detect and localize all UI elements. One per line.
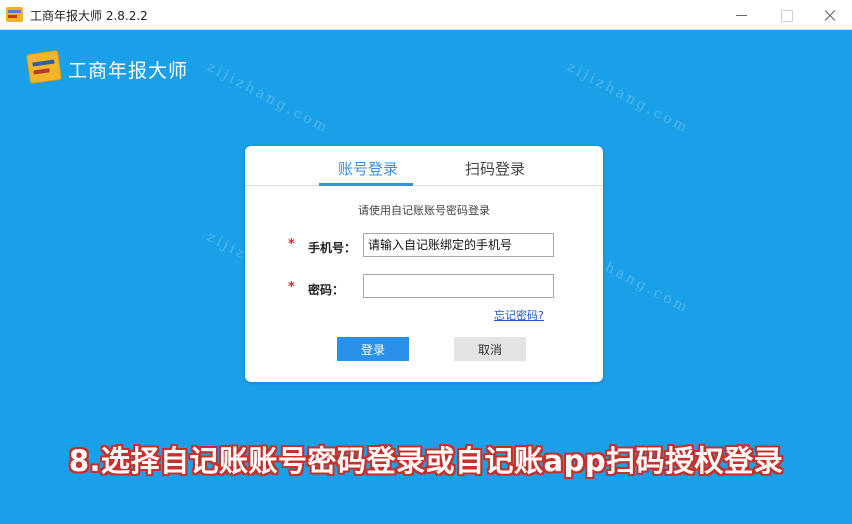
watermark: zijizhang.com <box>204 58 333 138</box>
watermark: zijizhang.com <box>564 58 693 138</box>
window-title: 工商年报大师 2.8.2.2 <box>30 9 148 23</box>
tab-account-login[interactable]: 账号登录 <box>338 158 398 179</box>
cancel-button[interactable]: 取消 <box>454 337 526 361</box>
password-input[interactable] <box>363 274 554 298</box>
login-panel: 账号登录 扫码登录 请使用自记账账号密码登录 * 手机号： * 密码： 忘记密码… <box>245 146 603 382</box>
required-mark: * <box>288 237 295 252</box>
app-icon <box>6 7 23 22</box>
title-bar: 工商年报大师 2.8.2.2 <box>0 0 852 30</box>
app-header-title: 工商年报大师 <box>68 60 189 82</box>
tutorial-caption: 8.选择自记账账号密码登录或自记账app扫码授权登录 <box>68 444 784 478</box>
login-tab-bar: 账号登录 扫码登录 <box>245 146 603 186</box>
required-mark: * <box>288 280 295 295</box>
ledger-logo-icon <box>26 49 62 85</box>
phone-input[interactable] <box>363 233 554 257</box>
login-hint: 请使用自记账账号密码登录 <box>358 204 490 217</box>
tab-qr-login[interactable]: 扫码登录 <box>465 158 525 179</box>
login-button[interactable]: 登录 <box>337 337 409 361</box>
minimize-icon[interactable] <box>720 0 764 30</box>
close-icon[interactable] <box>808 0 852 30</box>
password-label: 密码： <box>308 283 345 297</box>
forgot-password-link[interactable]: 忘记密码? <box>494 307 544 323</box>
active-tab-indicator <box>319 183 413 186</box>
phone-label: 手机号： <box>308 241 357 255</box>
maximize-icon[interactable] <box>764 0 808 30</box>
